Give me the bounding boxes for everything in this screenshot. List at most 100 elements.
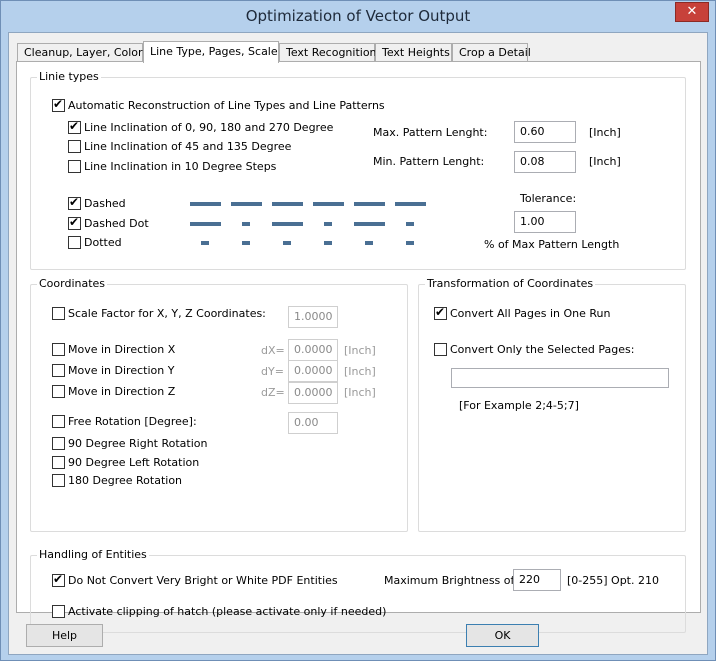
no-bright-entities-checkbox[interactable]: Do Not Convert Very Bright or White PDF … [52,572,338,589]
window-title: Optimization of Vector Output [245,7,471,25]
checkbox-box[interactable] [52,456,65,469]
checkbox-box[interactable] [52,415,65,428]
tab-text-recognition[interactable]: Text Recognition [279,43,377,62]
dash-segment [190,202,221,206]
line-types-group: Linie types Automatic Reconstruction of … [30,70,686,270]
dot-segment [324,222,332,226]
tab-text-heights[interactable]: Text Heights [375,43,452,62]
tolerance-label: Tolerance: [520,192,577,205]
dash-segment [395,202,426,206]
dash-segment [313,202,344,206]
free-rotation-label: Free Rotation [Degree]: [68,415,197,428]
scale-factor-label: Scale Factor for X, Y, Z Coordinates: [68,307,266,320]
scale-factor-input[interactable]: 1.0000 [288,306,338,328]
move-x-label: Move in Direction X [68,343,176,356]
checkbox-box[interactable] [68,195,81,210]
free-rotation-input[interactable]: 0.00 [288,412,338,434]
dot-segment [201,241,209,245]
tab-cleanup[interactable]: Cleanup, Layer, Colors [17,43,148,62]
move-y-label: Move in Direction Y [68,364,175,377]
transformation-group: Transformation of Coordinates Convert Al… [418,277,686,532]
checkbox-box[interactable] [68,140,81,153]
tab-crop-detail[interactable]: Crop a Detail [452,43,531,62]
inclination-0-90-checkbox[interactable]: Line Inclination of 0, 90, 180 and 270 D… [68,119,333,136]
entities-group-label: Handling of Entities [37,548,149,561]
dash-segment [231,202,262,206]
move-z-input[interactable]: 0.0000 [288,382,338,404]
dashed-checkbox[interactable]: Dashed [68,195,148,212]
convert-all-pages-checkbox[interactable]: Convert All Pages in One Run [434,305,611,322]
clip-hatch-label: Activate clipping of hatch (please activ… [68,605,387,618]
dash-segment [272,202,303,206]
selected-pages-input[interactable] [451,368,669,388]
inclination-10-checkbox[interactable]: Line Inclination in 10 Degree Steps [68,159,328,175]
tolerance-input[interactable]: 1.00 [514,211,576,233]
title-bar[interactable]: Optimization of Vector Output ✕ [1,1,715,32]
close-icon[interactable]: ✕ [675,2,709,22]
coordinates-group: Coordinates Scale Factor for X, Y, Z Coo… [30,277,408,532]
move-x-checkbox[interactable]: Move in Direction X [52,342,182,358]
inclination-0-90-label: Line Inclination of 0, 90, 180 and 270 D… [84,121,334,134]
checkbox-box[interactable] [52,364,65,377]
checkbox-box[interactable] [68,160,81,173]
checkbox-box[interactable] [52,307,65,320]
checkbox-box[interactable] [52,343,65,356]
rotate-left-90-checkbox[interactable]: 90 Degree Left Rotation [52,455,202,471]
max-pattern-unit: [Inch] [589,126,621,139]
dash-segment [272,222,303,226]
checkbox-box[interactable] [68,215,81,230]
checkbox-box[interactable] [52,474,65,487]
dotted-checkbox[interactable]: Dotted [68,235,148,251]
inclination-45-checkbox[interactable]: Line Inclination of 45 and 135 Degree [68,139,328,155]
inclination-45-label: Line Inclination of 45 and 135 Degree [84,140,292,153]
checkbox-box[interactable] [52,385,65,398]
tab-line-type[interactable]: Line Type, Pages, Scale [143,41,279,63]
inclination-10-label: Line Inclination in 10 Degree Steps [84,160,277,173]
dot-segment [242,222,250,226]
auto-reconstruct-checkbox[interactable]: Automatic Reconstruction of Line Types a… [52,97,385,114]
dot-segment [242,241,250,245]
rotate-right-90-checkbox[interactable]: 90 Degree Right Rotation [52,436,208,452]
move-x-input[interactable]: 0.0000 [288,339,338,361]
transformation-group-label: Transformation of Coordinates [425,277,596,290]
max-pattern-input[interactable]: 0.60 [514,121,576,143]
convert-selected-pages-checkbox[interactable]: Convert Only the Selected Pages: [434,342,634,358]
move-z-unit: [Inch] [344,386,376,399]
auto-reconstruct-label: Automatic Reconstruction of Line Types a… [68,99,385,112]
max-brightness-range: [0-255] Opt. 210 [567,574,659,587]
checkbox-box[interactable] [434,343,447,356]
dx-prefix: dX= [261,344,285,357]
min-pattern-input[interactable]: 0.08 [514,151,576,173]
move-y-checkbox[interactable]: Move in Direction Y [52,363,182,379]
max-brightness-input[interactable]: 220 [513,569,561,591]
tolerance-caption: % of Max Pattern Length [484,238,620,251]
checkbox-box[interactable] [434,305,447,320]
dashed-dot-label: Dashed Dot [84,217,149,230]
move-y-unit: [Inch] [344,365,376,378]
help-button[interactable]: Help [26,624,103,647]
dash-segment [354,202,385,206]
checkbox-box[interactable] [68,236,81,249]
move-x-unit: [Inch] [344,344,376,357]
dash-segment [354,222,385,226]
convert-selected-pages-label: Convert Only the Selected Pages: [450,343,635,356]
scale-factor-checkbox[interactable]: Scale Factor for X, Y, Z Coordinates: [52,306,266,322]
checkbox-box[interactable] [52,97,65,112]
rotate-180-checkbox[interactable]: 180 Degree Rotation [52,473,202,489]
move-z-label: Move in Direction Z [68,385,176,398]
clip-hatch-checkbox[interactable]: Activate clipping of hatch (please activ… [52,604,386,620]
max-pattern-label: Max. Pattern Lenght: [373,126,488,139]
dotted-label: Dotted [84,236,122,249]
coordinates-group-label: Coordinates [37,277,108,290]
move-y-input[interactable]: 0.0000 [288,360,338,382]
checkbox-box[interactable] [68,119,81,134]
dot-segment [324,241,332,245]
checkbox-box[interactable] [52,572,65,587]
move-z-checkbox[interactable]: Move in Direction Z [52,384,182,400]
free-rotation-checkbox[interactable]: Free Rotation [Degree]: [52,414,197,430]
checkbox-box[interactable] [52,605,65,618]
ok-button[interactable]: OK [466,624,539,647]
dashed-dot-checkbox[interactable]: Dashed Dot [68,215,158,232]
dash-segment [190,222,221,226]
checkbox-box[interactable] [52,437,65,450]
